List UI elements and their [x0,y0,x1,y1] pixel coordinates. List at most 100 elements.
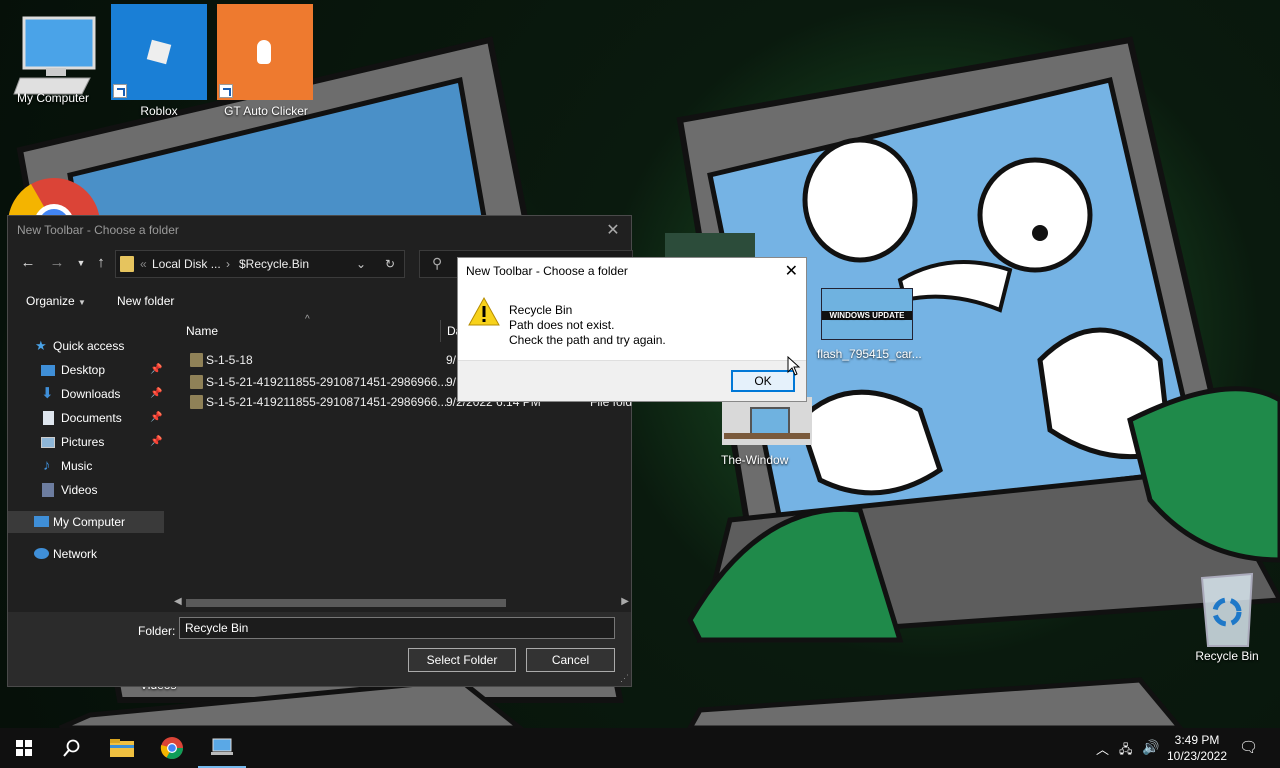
ok-button[interactable]: OK [731,370,795,392]
address-segment-recycle-bin[interactable]: $Recycle.Bin [239,257,309,271]
refresh-icon[interactable]: ↻ [385,257,395,271]
new-folder-button[interactable]: New folder [117,294,174,308]
nav-item-pictures[interactable]: Pictures 📌 [8,431,164,453]
scroll-left-icon[interactable]: ◀ [174,596,182,607]
nav-item-label: Quick access [53,339,125,353]
nav-item-label: Pictures [61,435,105,449]
column-divider[interactable] [440,320,441,342]
dialog-title: New Toolbar - Choose a folder [17,223,179,237]
organize-label: Organize [26,294,75,308]
chrome-desktop-icon[interactable] [6,176,102,216]
thumbnail-caption: WINDOWS UPDATE [822,311,912,320]
pin-icon[interactable]: 📌 [150,359,162,381]
nav-item-my-computer[interactable]: My Computer [8,511,164,533]
desktop-icon-my-computer[interactable]: My Computer [3,12,103,105]
folder-icon [120,256,134,272]
file-date: 9/ [446,375,457,389]
clock[interactable]: 3:49 PM 10/23/2022 [1162,732,1232,764]
dialog-footer: Folder: Select Folder Cancel ⋰ [8,612,631,686]
desktop-thumbnail[interactable] [665,233,755,258]
mouse-cursor-icon [787,356,801,376]
file-name: S-1-5-21-419211855-2910871451-2986966... [206,395,448,409]
desktop-icon-recycle-bin[interactable]: Recycle Bin [1177,568,1277,663]
forward-arrow-icon[interactable]: → [49,254,65,272]
horizontal-scrollbar[interactable]: ◀ ▶ [174,596,629,610]
videos-icon [42,483,54,497]
organize-button[interactable]: Organize ▼ [26,294,86,308]
sort-ascending-icon: ^ [305,314,310,325]
pin-icon[interactable]: 📌 [150,407,162,429]
nav-item-desktop[interactable]: Desktop 📌 [8,359,164,381]
wallpaper-laptop-bottom-right [687,677,1184,728]
cancel-button[interactable]: Cancel [526,648,615,672]
nav-item-label: Music [61,459,93,473]
nav-item-music[interactable]: ♪ Music [8,455,164,477]
up-arrow-icon[interactable]: ↑ [93,254,109,272]
desktop-icon-flash-file[interactable]: WINDOWS UPDATE flash_795415_car... [817,288,922,361]
app-window-icon [211,738,233,755]
roblox-icon [111,4,207,100]
nav-item-downloads[interactable]: ⬇ Downloads 📌 [8,383,164,405]
address-dropdown-chevron-icon[interactable]: ⌄ [356,257,366,271]
close-icon[interactable]: ✕ [603,216,623,245]
scrollbar-thumb[interactable] [186,599,506,607]
address-overflow[interactable]: « [140,257,147,271]
computer-icon [34,516,49,527]
desktop-icon-label: My Computer [16,91,90,105]
message-line-path: Recycle Bin [509,303,573,317]
navigation-pane: ★ Quick access Desktop 📌 ⬇ Downloads 📌 D… [8,320,166,610]
computer-icon [13,16,96,95]
resize-grip-icon[interactable]: ⋰ [620,673,629,684]
nav-item-label: Desktop [61,363,106,377]
desktop-icon-label: Roblox [140,104,178,118]
nav-item-label: My Computer [53,515,126,529]
address-bar[interactable]: « Local Disk ... › $Recycle.Bin ⌄ ↻ [115,250,405,278]
nav-item-label: Downloads [61,387,121,401]
desktop-icon-label: flash_795415_car... [817,347,922,361]
message-line-hint: Check the path and try again. [509,333,666,347]
pin-icon[interactable]: 📌 [150,431,162,453]
select-folder-button[interactable]: Select Folder [408,648,516,672]
notifications-icon[interactable]: 🗨 [1239,738,1258,756]
warning-icon [468,296,500,326]
start-button[interactable] [0,728,48,768]
desktop-icon-label: GT Auto Clicker [224,104,308,118]
nav-item-network[interactable]: Network [8,543,164,565]
window-thumbnail [722,397,812,445]
folder-icon [110,739,134,757]
search-button[interactable] [48,728,96,768]
nav-item-quick-access[interactable]: ★ Quick access [8,335,164,357]
shortcut-arrow-icon [113,84,127,98]
taskbar-app[interactable] [198,728,246,768]
scroll-right-icon[interactable]: ▶ [621,596,629,607]
desktop-icon-the-window[interactable]: The-Window [717,397,817,467]
star-icon: ★ [35,338,47,353]
taskbar-chrome[interactable] [148,728,196,768]
pin-icon[interactable]: 📌 [150,383,162,405]
show-hidden-icons-chevron-icon[interactable]: ︿ [1096,739,1109,758]
dialog-titlebar[interactable]: New Toolbar - Choose a folder ✕ [8,216,631,245]
auto-clicker-icon [217,4,313,100]
nav-item-videos[interactable]: Videos [8,479,164,501]
windows-logo-icon [16,740,32,756]
chrome-icon [160,737,183,759]
address-segment-local-disk[interactable]: Local Disk ... [152,257,221,271]
clock-date: 10/23/2022 [1166,749,1228,763]
desktop-icon-label: Recycle Bin [1195,649,1259,663]
nav-item-documents[interactable]: Documents 📌 [8,407,164,429]
address-separator: › [226,257,230,271]
pictures-icon [41,437,55,448]
nav-item-label: Network [53,547,98,561]
folder-name-field[interactable] [179,617,615,639]
message-line-error: Path does not exist. [509,318,615,332]
network-tray-icon[interactable]: 🖧 [1119,740,1132,761]
column-header-name[interactable]: Name [186,324,218,338]
volume-icon[interactable]: 🔊 [1142,739,1159,756]
search-icon [63,739,80,757]
folder-icon [190,353,203,367]
search-icon: ⚲ [432,255,443,271]
back-arrow-icon[interactable]: ← [20,254,36,272]
close-icon[interactable]: ✕ [785,261,798,281]
recent-chevron-down-icon[interactable]: ▼ [73,254,89,272]
taskbar-file-explorer[interactable] [98,728,146,768]
